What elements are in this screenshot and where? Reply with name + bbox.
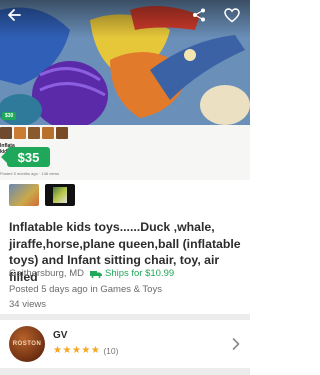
hero-top-gradient: [0, 0, 250, 38]
price-tag: $35: [1, 147, 50, 167]
avatar-text: ROSTON: [12, 341, 42, 347]
posted-info: Posted 5 days ago in Games & Toys: [9, 284, 162, 295]
listing-photo[interactable]: [0, 0, 250, 125]
mini-thumb: [0, 127, 12, 139]
star-icon: ★: [81, 345, 91, 356]
truck-icon: [89, 270, 102, 278]
avatar[interactable]: ROSTON: [9, 326, 45, 362]
share-icon[interactable]: [192, 8, 212, 28]
arrow-left-icon[interactable]: [7, 8, 27, 28]
mini-thumb: [28, 127, 40, 139]
seller-rating: ★ ★ ★ ★ ★ (10): [53, 345, 119, 357]
star-icon: ★: [62, 345, 72, 356]
bottom-divider: [0, 368, 250, 375]
location: Gaithersburg, MD: [9, 268, 84, 279]
shipping-label: Ships for $10.99: [104, 268, 175, 279]
photo-thumbnails: [0, 180, 250, 218]
mini-thumb: [14, 127, 26, 139]
mini-thumb: [42, 127, 54, 139]
chevron-right-icon[interactable]: [232, 337, 240, 353]
mini-price-badge: $30: [2, 112, 17, 120]
review-count: (10): [103, 346, 119, 356]
mini-thumb: [56, 127, 68, 139]
thumbnail-2[interactable]: [45, 184, 75, 206]
star-icon: ★: [71, 345, 81, 356]
mini-posted-meta: Posted 5 months ago · 148 views: [0, 171, 60, 176]
heart-outline-icon[interactable]: [224, 8, 244, 28]
star-icon: ★: [53, 345, 62, 356]
seller-row[interactable]: ROSTON GV ★ ★ ★ ★ ★ (10): [0, 320, 250, 368]
shipping-info[interactable]: Ships for $10.99: [89, 268, 175, 279]
thumbnail-1[interactable]: [9, 184, 39, 206]
view-count: 34 views: [9, 299, 46, 310]
mini-thumbnails: [0, 127, 68, 139]
star-icon: ★: [90, 345, 100, 356]
thumbnail-2-content: [53, 187, 67, 203]
seller-name: GV: [53, 330, 68, 341]
location-shipping-row: Gaithersburg, MD Ships for $10.99: [9, 268, 174, 279]
